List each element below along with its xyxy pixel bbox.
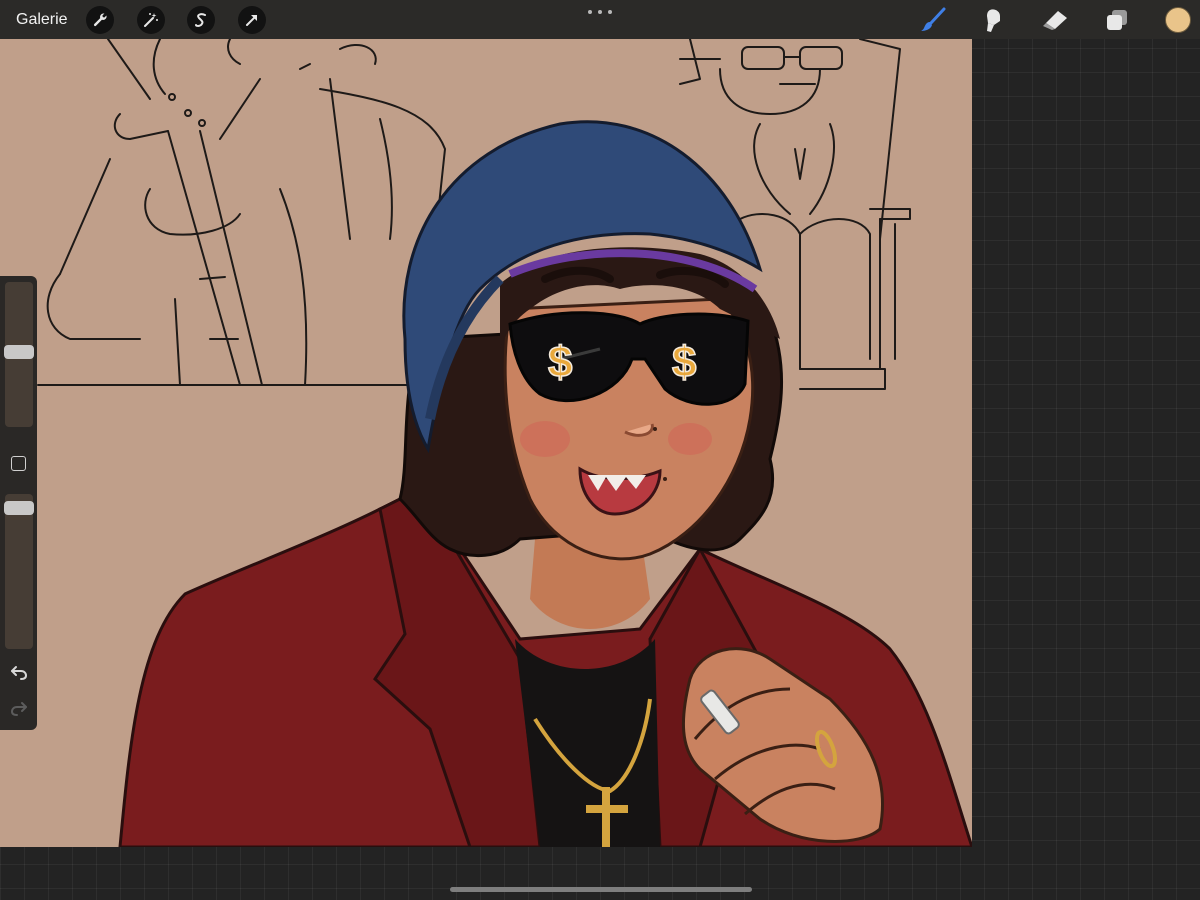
svg-text:$: $ xyxy=(548,338,572,387)
home-indicator[interactable] xyxy=(450,887,752,892)
artwork-illustration: $ $ xyxy=(37,39,972,847)
transform-button[interactable] xyxy=(238,6,266,34)
top-toolbar: Galerie xyxy=(0,0,1200,39)
selection-s-icon xyxy=(195,13,206,27)
opacity-thumb[interactable] xyxy=(4,501,34,516)
side-toolbar xyxy=(0,276,37,730)
eraser-icon xyxy=(1043,11,1067,30)
gallery-button[interactable]: Galerie xyxy=(16,10,68,30)
modify-button[interactable] xyxy=(11,456,26,471)
color-picker-button[interactable] xyxy=(1165,7,1191,33)
eraser-tool-button[interactable] xyxy=(1041,6,1069,34)
brush-size-thumb[interactable] xyxy=(4,344,34,359)
layers-icon xyxy=(1107,10,1127,30)
arrow-cursor-icon xyxy=(246,15,257,26)
redo-arrow-icon xyxy=(10,702,27,716)
layers-button[interactable] xyxy=(1103,6,1131,34)
actions-button[interactable] xyxy=(86,6,114,34)
brush-icon xyxy=(921,7,946,31)
undo-arrow-icon xyxy=(11,666,28,680)
adjustments-button[interactable] xyxy=(137,6,165,34)
svg-text:$: $ xyxy=(672,338,696,387)
redo-button[interactable] xyxy=(8,698,30,718)
magic-wand-icon xyxy=(144,13,158,27)
opacity-slider[interactable] xyxy=(4,494,34,649)
undo-button[interactable] xyxy=(8,662,30,682)
ellipsis-icon xyxy=(588,10,592,14)
selection-button[interactable] xyxy=(187,6,215,34)
smudge-tool-button[interactable] xyxy=(980,6,1008,34)
drawing-canvas[interactable]: $ $ xyxy=(0,39,972,847)
brush-size-slider[interactable] xyxy=(4,282,34,427)
smudge-finger-icon xyxy=(987,9,1000,32)
more-options-button[interactable] xyxy=(588,8,612,16)
wrench-icon xyxy=(93,13,107,27)
brush-tool-button[interactable] xyxy=(919,6,947,34)
